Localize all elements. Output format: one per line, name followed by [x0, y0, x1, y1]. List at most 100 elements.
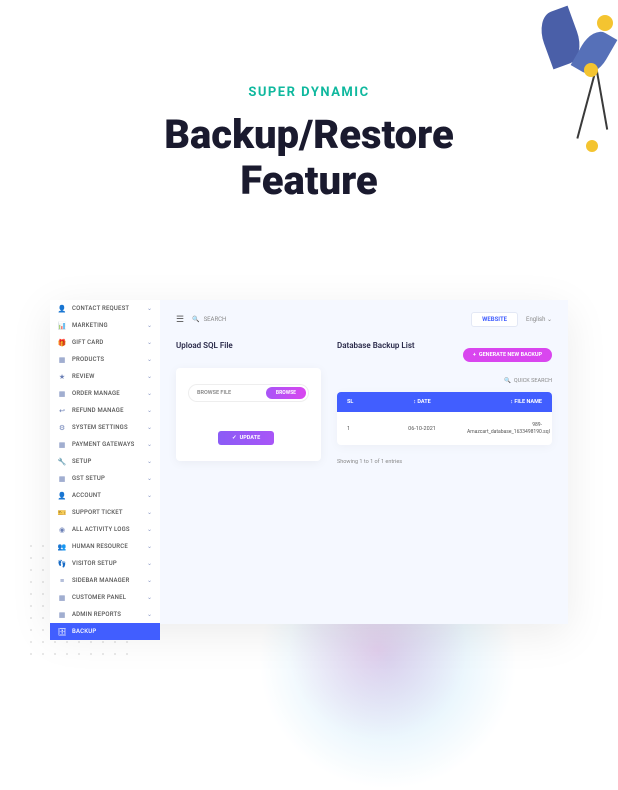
sidebar-item-label: ACCOUNT — [72, 492, 147, 499]
sidebar-item-gst-setup[interactable]: ▦ GST SETUP⌄ — [50, 470, 160, 487]
sidebar-item-label: ORDER MANAGE — [72, 390, 147, 397]
sort-icon: ↕ — [510, 399, 513, 405]
chevron-down-icon: ⌄ — [147, 424, 152, 431]
sidebar-item-marketing[interactable]: 📊MARKETING⌄ — [50, 317, 160, 334]
backup-panel: Database Backup List + GENERATE NEW BACK… — [337, 341, 552, 465]
generate-backup-button[interactable]: + GENERATE NEW BACKUP — [463, 348, 552, 362]
sidebar-item-label: PAYMENT GATEWAYS — [72, 441, 147, 448]
col-date[interactable]: ↕ DATE — [377, 399, 467, 405]
sidebar-item-label: PRODUCTS — [72, 356, 147, 363]
chevron-down-icon: ⌄ — [147, 339, 152, 346]
sidebar-icon: ▦ — [58, 356, 66, 364]
browse-label: BROWSE FILE — [197, 390, 266, 396]
website-button[interactable]: WEBSITE — [471, 312, 518, 327]
search-icon: 🔍 — [192, 316, 199, 323]
chevron-down-icon: ⌄ — [147, 492, 152, 499]
chevron-down-icon: ⌄ — [147, 611, 152, 618]
sidebar-item-label: ALL ACTIVITY LOGS — [72, 526, 147, 533]
chevron-down-icon: ⌄ — [147, 560, 152, 567]
cell-date: 06-10-2021 — [377, 426, 467, 432]
table-header: SL ↕ DATE ↕ FILE NAME — [337, 392, 552, 412]
sidebar-item-admin-reports[interactable]: ▦ADMIN REPORTS⌄ — [50, 606, 160, 623]
quick-search[interactable]: 🔍 QUICK SEARCH — [337, 378, 552, 384]
hamburger-icon[interactable]: ☰ — [176, 315, 184, 325]
chevron-down-icon: ⌄ — [147, 475, 152, 482]
sidebar-item-order-manage[interactable]: ▦ ORDER MANAGE⌄ — [50, 385, 160, 402]
sidebar-icon: ▦ — [58, 390, 66, 398]
sidebar-item-all-activity-logs[interactable]: ◉ALL ACTIVITY LOGS⌄ — [50, 521, 160, 538]
search-input[interactable]: 🔍 SEARCH — [192, 316, 226, 323]
sidebar-item-label: CUSTOMER PANEL — [72, 594, 147, 601]
topbar: ☰ 🔍 SEARCH WEBSITE English ⌄ — [176, 312, 552, 327]
chevron-down-icon: ⌄ — [147, 458, 152, 465]
sidebar-item-gift-card[interactable]: 🎁 GIFT CARD⌄ — [50, 334, 160, 351]
sidebar-icon: ▦ — [58, 475, 66, 483]
sidebar-item-label: CONTACT REQUEST — [72, 305, 147, 312]
sidebar-item-review[interactable]: ★REVIEW⌄ — [50, 368, 160, 385]
sidebar-icon: ▦ — [58, 441, 66, 449]
chevron-down-icon: ⌄ — [147, 543, 152, 550]
chevron-down-icon: ⌄ — [147, 441, 152, 448]
chevron-down-icon: ⌄ — [147, 407, 152, 414]
file-input[interactable]: BROWSE FILE BROWSE — [188, 384, 309, 402]
sidebar-item-visitor-setup[interactable]: 👣VISITOR SETUP⌄ — [50, 555, 160, 572]
chevron-down-icon: ⌄ — [147, 373, 152, 380]
search-icon: 🔍 — [504, 378, 511, 384]
sidebar-icon: 🎁 — [58, 339, 66, 347]
sidebar-item-label: HUMAN RESOURCE — [72, 543, 147, 550]
sidebar-item-products[interactable]: ▦ PRODUCTS⌄ — [50, 351, 160, 368]
sidebar-item-label: REFUND MANAGE — [72, 407, 147, 414]
sidebar-item-contact-request[interactable]: 👤CONTACT REQUEST⌄ — [50, 300, 160, 317]
chevron-down-icon: ⌄ — [147, 390, 152, 397]
sidebar-item-human-resource[interactable]: 👥HUMAN RESOURCE⌄ — [50, 538, 160, 555]
table-row[interactable]: 1 06-10-2021 989-Amazcart_database_16334… — [337, 412, 552, 445]
check-icon: ✓ — [232, 435, 237, 441]
sidebar-item-setup[interactable]: 🔧SETUP⌄ — [50, 453, 160, 470]
chevron-down-icon: ⌄ — [147, 526, 152, 533]
sidebar-item-label: REVIEW — [72, 373, 147, 380]
cell-sl: 1 — [347, 426, 377, 432]
sidebar-icon: 🔧 — [58, 458, 66, 466]
entries-info: Showing 1 to 1 of 1 entries — [337, 459, 552, 465]
col-file[interactable]: ↕ FILE NAME — [467, 399, 542, 405]
chevron-down-icon: ⌄ — [147, 509, 152, 516]
update-button[interactable]: ✓ UPDATE — [218, 431, 274, 445]
main-content: ☰ 🔍 SEARCH WEBSITE English ⌄ Upload SQL … — [160, 300, 568, 624]
chevron-down-icon: ⌄ — [147, 594, 152, 601]
col-sl[interactable]: SL — [347, 399, 377, 405]
sidebar-icon: 👤 — [58, 492, 66, 500]
sidebar-item-label: SIDEBAR MANAGER — [72, 577, 147, 584]
sidebar-item-sidebar-manager[interactable]: ≡SIDEBAR MANAGER⌄ — [50, 572, 160, 589]
chevron-down-icon: ⌄ — [147, 322, 152, 329]
sidebar-icon: ▦ — [58, 611, 66, 619]
plus-icon: + — [473, 352, 476, 358]
sidebar-item-label: MARKETING — [72, 322, 147, 329]
sidebar-item-label: GIFT CARD — [72, 339, 147, 346]
sidebar-item-support-ticket[interactable]: 🎫SUPPORT TICKET⌄ — [50, 504, 160, 521]
sort-icon: ↕ — [413, 399, 416, 405]
sidebar-item-system-settings[interactable]: ⚙SYSTEM SETTINGS⌄ — [50, 419, 160, 436]
sidebar-icon: ⚙ — [58, 424, 66, 432]
cell-file: 989-Amazcart_database_1633498190.sql — [467, 422, 542, 435]
subtitle: SUPER DYNAMIC — [0, 85, 618, 100]
page-title: Backup/Restore Feature — [0, 112, 618, 204]
sidebar-icon: ≡ — [58, 577, 66, 585]
backup-title: Database Backup List — [337, 341, 415, 350]
sidebar-item-customer-panel[interactable]: ▦CUSTOMER PANEL⌄ — [50, 589, 160, 606]
sidebar-item-refund-manage[interactable]: ↩ REFUND MANAGE⌄ — [50, 402, 160, 419]
sidebar-item-label: VISITOR SETUP — [72, 560, 147, 567]
sidebar-item-account[interactable]: 👤 ACCOUNT⌄ — [50, 487, 160, 504]
chevron-down-icon: ⌄ — [147, 356, 152, 363]
sidebar-icon: ↩ — [58, 407, 66, 415]
sidebar-icon: 👤 — [58, 305, 66, 313]
language-selector[interactable]: English ⌄ — [526, 316, 552, 323]
sidebar-item-label: SUPPORT TICKET — [72, 509, 147, 516]
upload-title: Upload SQL File — [176, 341, 321, 350]
browse-button[interactable]: BROWSE — [266, 387, 306, 399]
sidebar-icon: 🗄 — [58, 628, 66, 636]
sidebar-item-label: BACKUP — [72, 628, 152, 635]
search-label: SEARCH — [204, 316, 227, 323]
sidebar-item-payment-gateways[interactable]: ▦ PAYMENT GATEWAYS⌄ — [50, 436, 160, 453]
sidebar-item-label: GST SETUP — [72, 475, 147, 482]
sidebar-item-backup[interactable]: 🗄 BACKUP — [50, 623, 160, 640]
